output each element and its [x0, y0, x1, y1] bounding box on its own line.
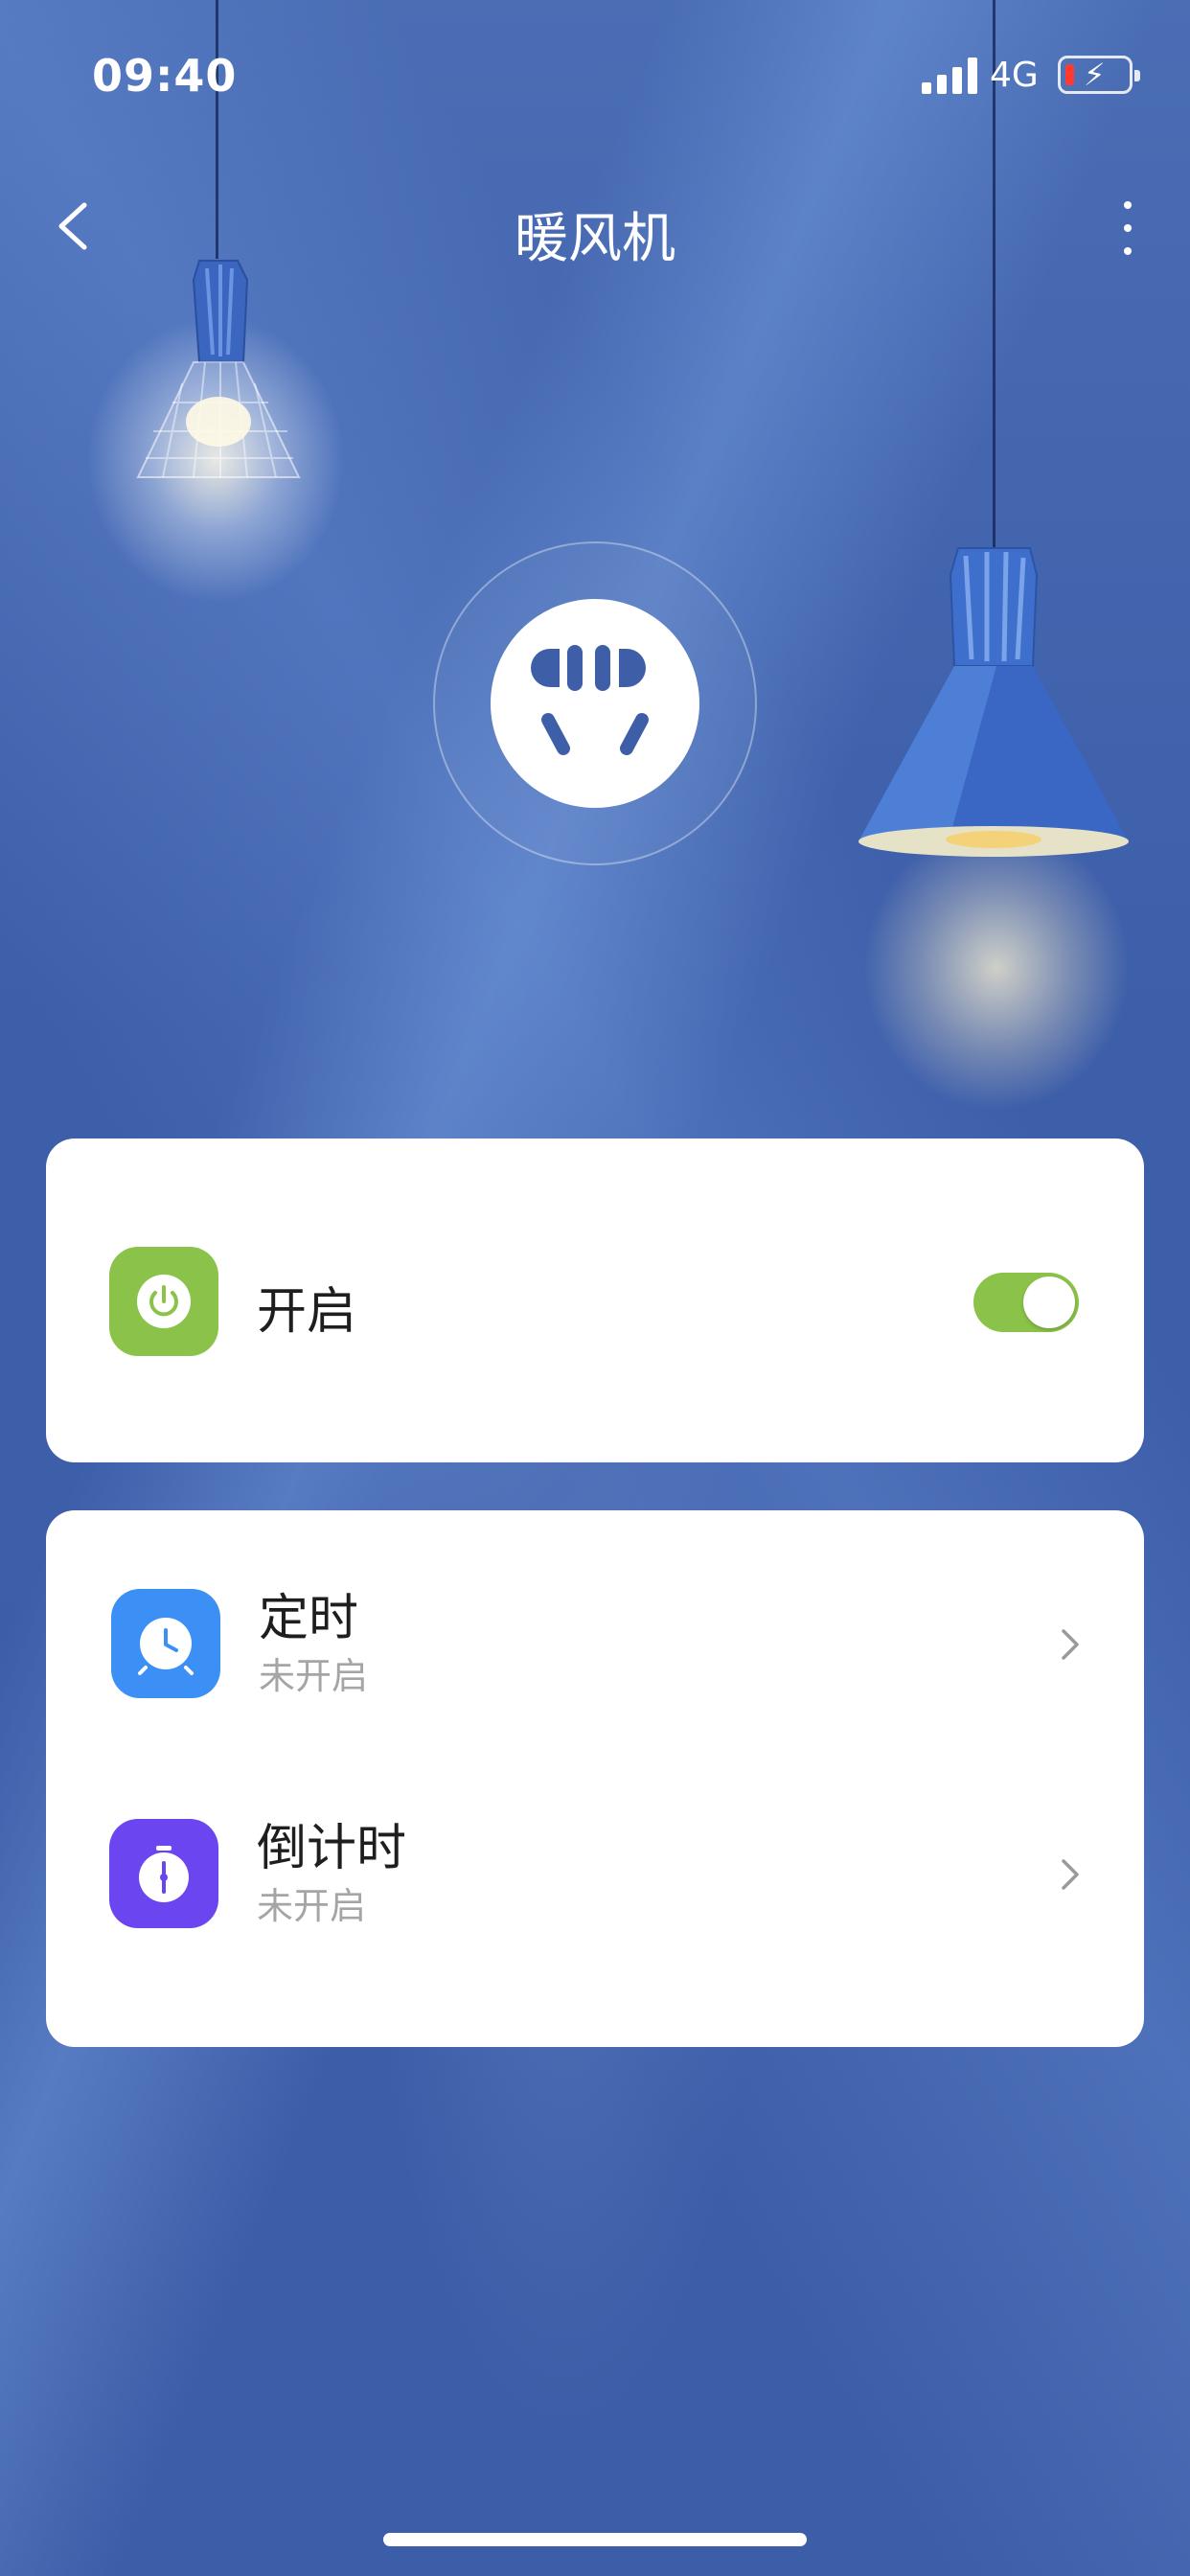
- status-time: 09:40: [92, 50, 238, 102]
- schedule-status: 未开启: [259, 1655, 369, 1697]
- lamp-right-icon: [858, 547, 1129, 857]
- countdown-label: 倒计时: [257, 1820, 407, 1877]
- countdown-status: 未开启: [257, 1885, 367, 1927]
- lamp-right-glow: [862, 824, 1131, 1112]
- battery-level: [1065, 64, 1074, 85]
- page-title: 暖风机: [515, 208, 675, 270]
- list-item-countdown[interactable]: 倒计时 未开启: [46, 1807, 1144, 1942]
- list-item-schedule[interactable]: 定时 未开启: [46, 1577, 1144, 1712]
- chevron-right-icon: [1062, 1629, 1079, 1660]
- network-type: 4G: [990, 56, 1039, 95]
- status-bar: 09:40 4G ⚡: [0, 0, 1190, 144]
- countdown-icon-box: [109, 1819, 218, 1928]
- chevron-right-icon: [1062, 1859, 1079, 1890]
- power-icon-box: [109, 1247, 218, 1356]
- power-toggle[interactable]: [973, 1273, 1079, 1332]
- power-label: 开启: [257, 1283, 357, 1341]
- toggle-knob: [1023, 1276, 1075, 1328]
- alarm-clock-icon: [138, 1618, 194, 1675]
- home-indicator[interactable]: [383, 2533, 807, 2546]
- power-socket-icon: [531, 645, 649, 755]
- cellular-signal-icon: [922, 58, 977, 94]
- battery-icon: ⚡: [1058, 56, 1140, 94]
- charging-bolt-icon: ⚡: [1084, 57, 1106, 93]
- power-icon: [137, 1275, 191, 1328]
- schedule-label: 定时: [259, 1590, 359, 1647]
- stopwatch-icon: [139, 1846, 189, 1902]
- schedule-icon-box: [111, 1589, 220, 1698]
- nav-header: 暖风机: [0, 172, 1190, 288]
- power-card: 开启: [46, 1138, 1144, 1462]
- more-options-button[interactable]: [1104, 197, 1152, 259]
- device-icon-disc: [491, 599, 699, 808]
- timer-card: 定时 未开启 倒计时 未开启: [46, 1510, 1144, 2047]
